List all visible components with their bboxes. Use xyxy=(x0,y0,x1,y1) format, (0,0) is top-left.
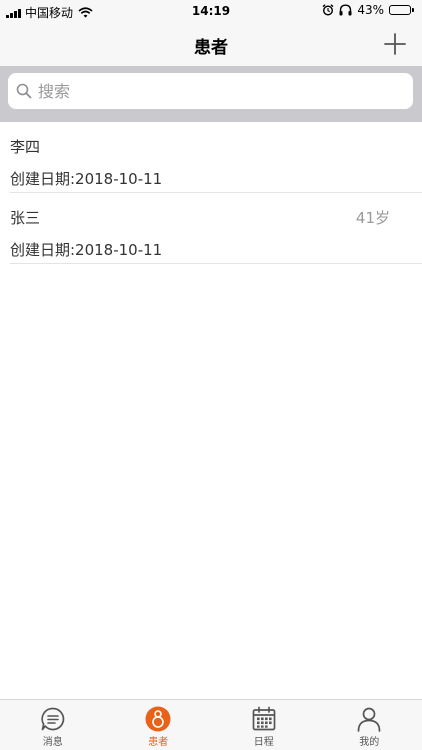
battery-percent: 43% xyxy=(357,3,384,17)
message-icon xyxy=(41,707,65,731)
patient-age: 41岁 xyxy=(355,209,390,227)
patient-name: 李四 xyxy=(10,138,41,156)
list-item[interactable]: 张三 41岁 创建日期:2018-10-11 xyxy=(10,193,422,264)
user-icon xyxy=(357,707,381,732)
tab-label: 患者 xyxy=(148,737,169,748)
page-title: 患者 xyxy=(194,38,228,58)
patient-created-date: 创建日期:2018-10-11 xyxy=(10,170,163,188)
battery-icon xyxy=(389,5,414,15)
tab-label: 日程 xyxy=(253,737,274,748)
patient-list: 李四 创建日期:2018-10-11 张三 41岁 创建日期:2018-10-1… xyxy=(0,122,422,264)
tab-bar: 消息 患者 日程 我的 xyxy=(0,699,422,750)
search-icon xyxy=(16,83,32,99)
tab-schedule[interactable]: 日程 xyxy=(211,700,317,750)
tab-messages[interactable]: 消息 xyxy=(0,700,106,750)
tab-label: 我的 xyxy=(359,737,380,748)
search-area xyxy=(0,66,422,122)
tab-label: 消息 xyxy=(42,737,63,748)
tab-profile[interactable]: 我的 xyxy=(317,700,422,750)
headphones-icon xyxy=(339,4,352,16)
patient-name: 张三 xyxy=(10,209,41,227)
tab-patients[interactable]: 患者 xyxy=(106,700,212,750)
search-input[interactable] xyxy=(38,81,398,101)
calendar-icon xyxy=(252,706,276,731)
patient-created-date: 创建日期:2018-10-11 xyxy=(10,241,163,259)
plus-icon[interactable] xyxy=(382,31,408,57)
status-right: 43% xyxy=(322,3,414,17)
list-item[interactable]: 李四 创建日期:2018-10-11 xyxy=(10,122,422,193)
search-box[interactable] xyxy=(8,73,413,109)
patient-icon xyxy=(145,706,171,732)
nav-bar: 患者 xyxy=(0,22,422,66)
alarm-icon xyxy=(322,4,334,16)
status-bar: 中国移动 14:19 43% xyxy=(0,0,422,22)
